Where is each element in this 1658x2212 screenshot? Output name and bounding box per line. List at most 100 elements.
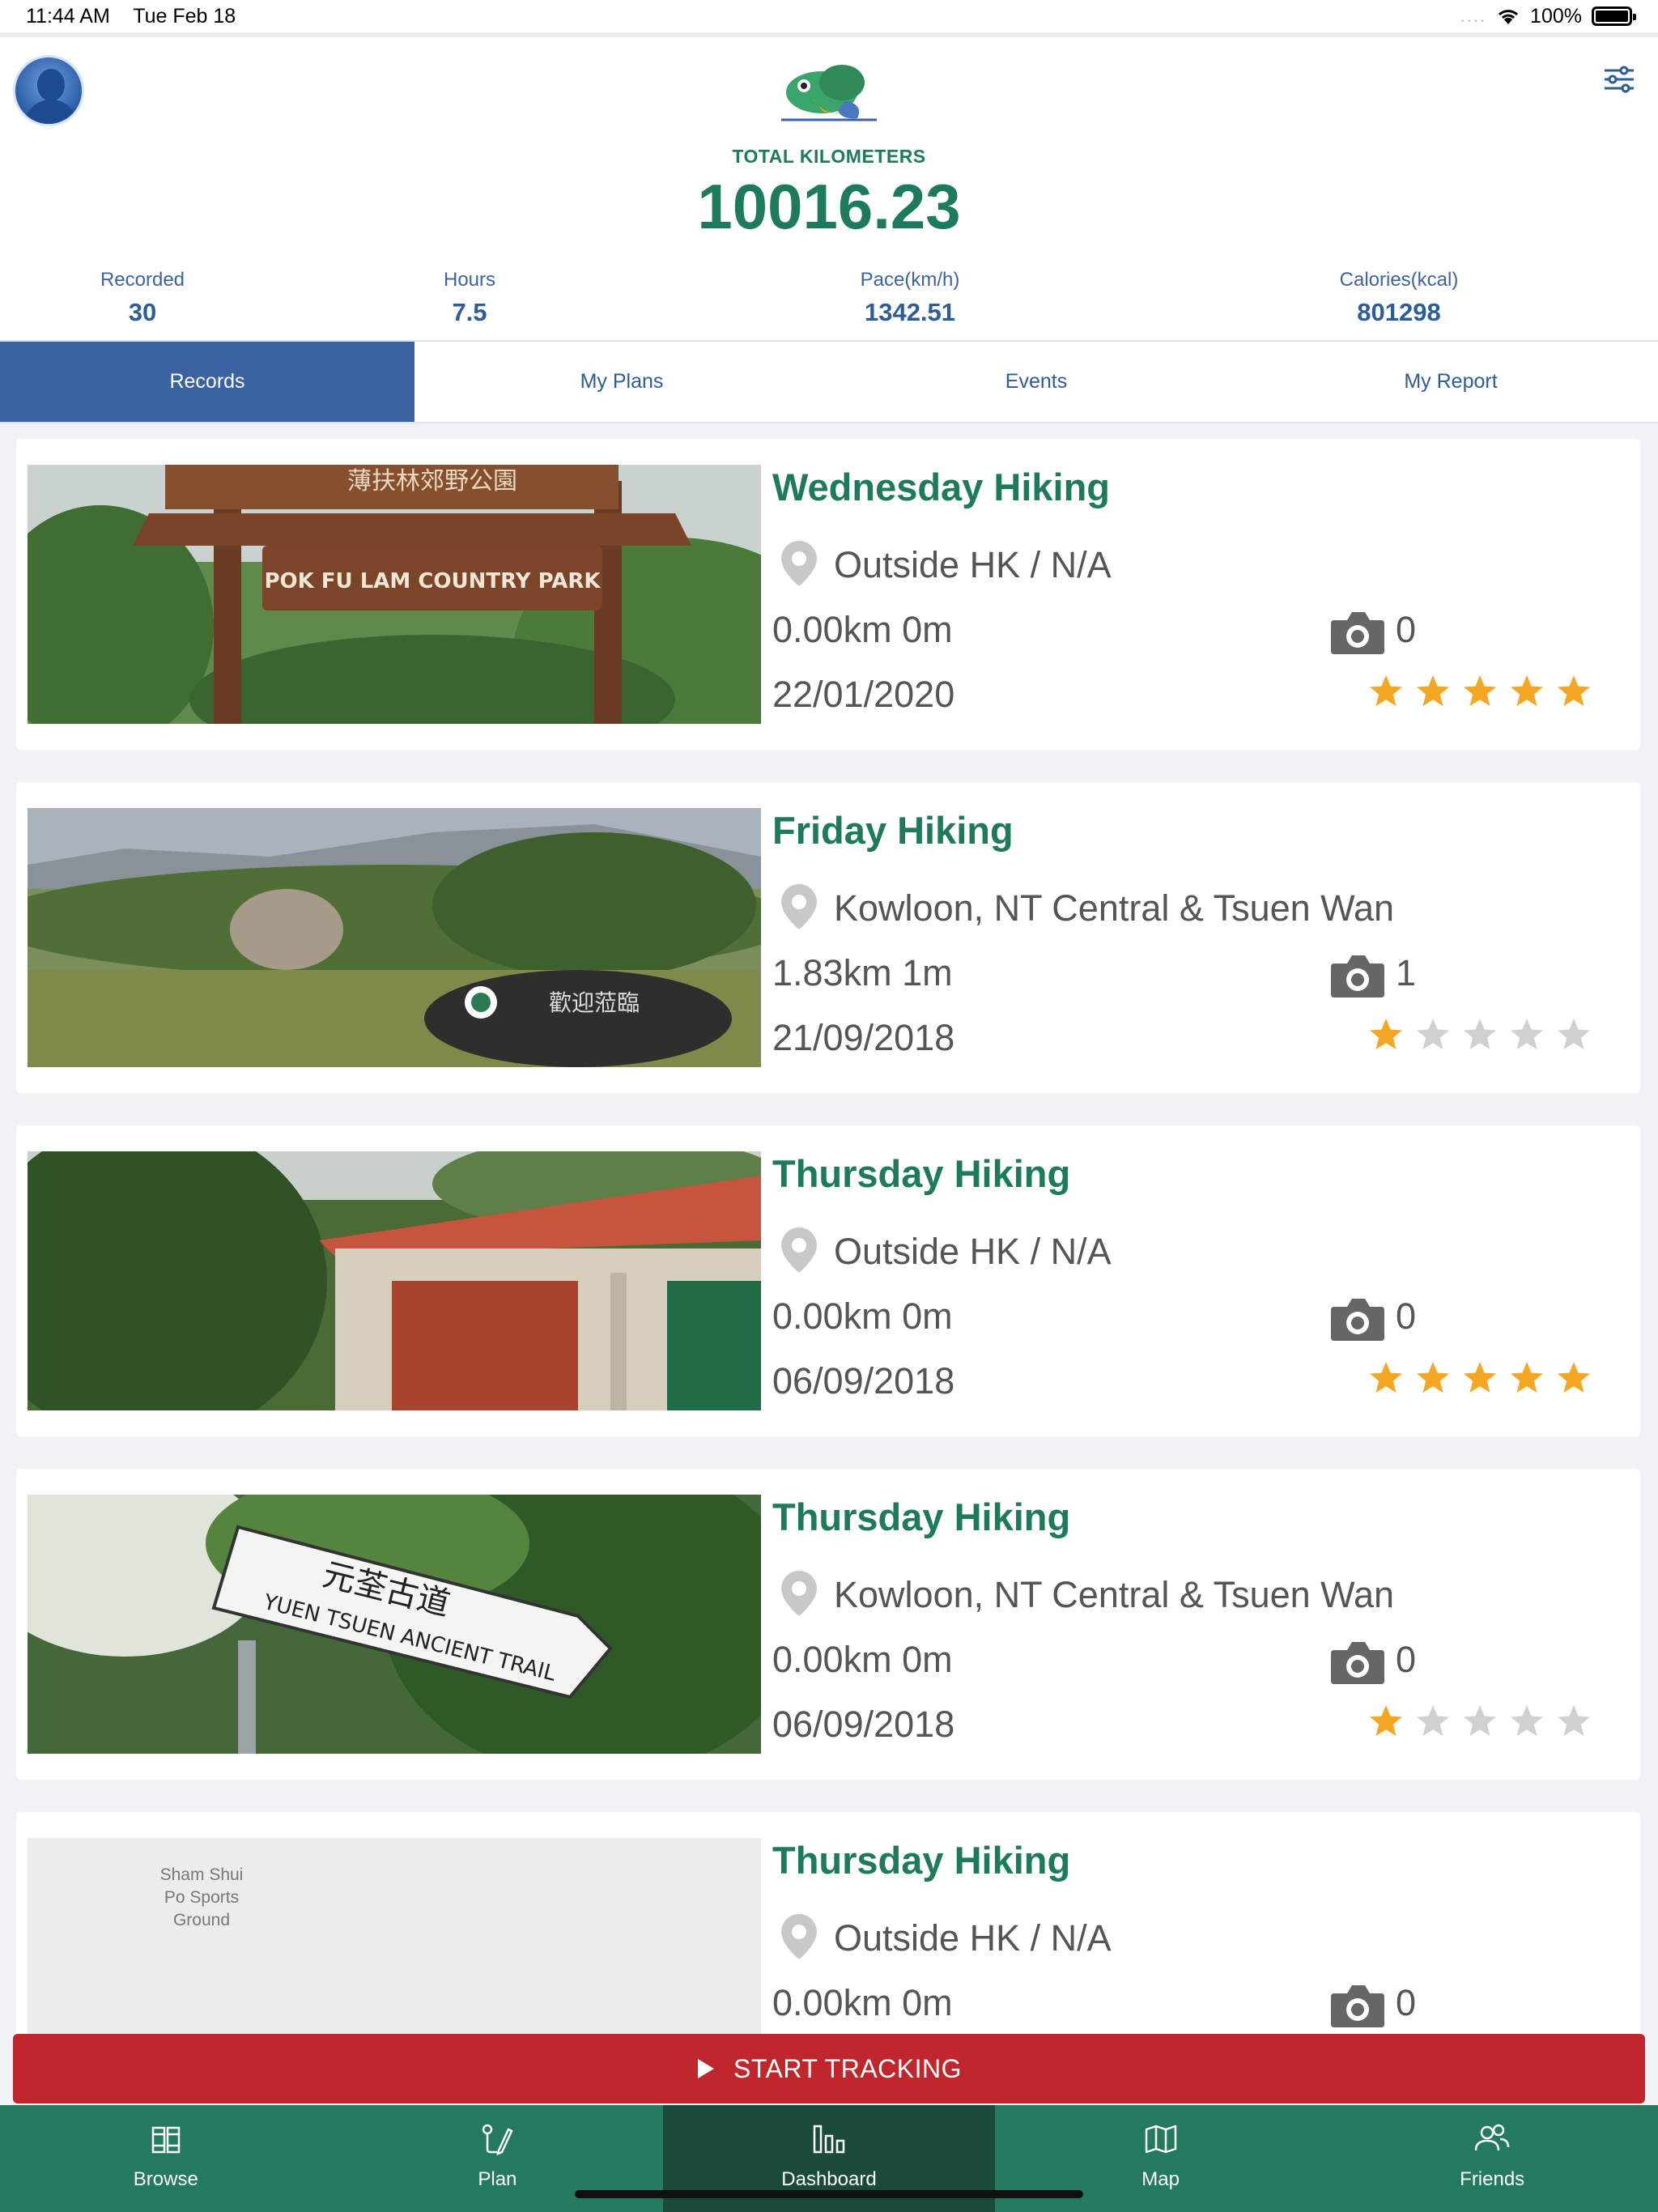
- nav-label: Map: [1141, 2168, 1180, 2190]
- record-distance: 0.00km 0m: [772, 609, 953, 650]
- wifi-icon: [1499, 10, 1519, 24]
- camera-icon: [1331, 955, 1384, 998]
- star-empty-icon: [1417, 1705, 1449, 1736]
- record-location: Outside HK / N/A: [834, 1917, 1112, 1959]
- record-card[interactable]: 元荃古道 YUEN TSUEN ANCIENT TRAIL Thursday H…: [16, 1469, 1640, 1780]
- nav-label: Browse: [133, 2168, 198, 2190]
- record-card[interactable]: Thursday Hiking Outside HK / N/A 0.00km …: [16, 1125, 1640, 1436]
- location-pin-icon: [781, 1571, 817, 1616]
- record-photo-count: 0: [1396, 1639, 1417, 1680]
- star-empty-icon: [1417, 1019, 1449, 1049]
- play-icon: [697, 2059, 714, 2078]
- stat-hours: Hours 7.5: [348, 269, 591, 327]
- pen-route-icon: [483, 2124, 514, 2156]
- record-distance: 0.00km 0m: [772, 1982, 953, 2023]
- star-empty-icon: [1511, 1019, 1543, 1049]
- rating-stars: [1368, 674, 1592, 709]
- record-photo-count: 0: [1396, 1982, 1417, 2023]
- record-location: Kowloon, NT Central & Tsuen Wan: [834, 1574, 1395, 1615]
- stat-label: Hours: [443, 269, 496, 291]
- nav-label: Plan: [478, 2168, 517, 2190]
- tab-my-report[interactable]: My Report: [1244, 342, 1658, 422]
- star-filled-icon: [1464, 1362, 1496, 1393]
- star-filled-icon: [1464, 675, 1496, 706]
- star-filled-icon: [1417, 1362, 1449, 1393]
- record-card[interactable]: Sham Shui Po Sports Ground Thursday Hiki…: [16, 1812, 1640, 2097]
- record-location: Outside HK / N/A: [834, 544, 1112, 585]
- record-distance: 0.00km 0m: [772, 1295, 953, 1337]
- book-icon: [151, 2126, 181, 2154]
- star-filled-icon: [1558, 675, 1590, 706]
- stat-label: Recorded: [100, 269, 185, 291]
- start-tracking-button[interactable]: START TRACKING: [13, 2034, 1645, 2104]
- rating-stars: [1368, 1704, 1592, 1739]
- stat-label: Calories(kcal): [1339, 269, 1459, 291]
- tab-bar: Records My Plans Events My Report: [0, 340, 1658, 423]
- record-date: 22/01/2020: [772, 674, 955, 715]
- location-pin-icon: [781, 541, 817, 586]
- battery-percent: 100%: [1530, 4, 1582, 28]
- stat-value: 7.5: [452, 298, 487, 326]
- stat-calories: Calories(kcal) 801298: [1278, 269, 1520, 327]
- star-empty-icon: [1558, 1705, 1590, 1736]
- nav-browse[interactable]: Browse: [0, 2105, 332, 2212]
- dashboard-header: TOTAL KILOMETERS 10016.23 Recorded 30 Ho…: [0, 32, 1658, 340]
- star-filled-icon: [1370, 1362, 1402, 1393]
- record-title: Friday Hiking: [772, 809, 1014, 852]
- map-icon: [1145, 2125, 1176, 2154]
- sign-text-cn: 歡迎蒞臨: [549, 989, 640, 1016]
- rating-stars: [1368, 1017, 1592, 1053]
- record-location: Kowloon, NT Central & Tsuen Wan: [834, 887, 1395, 929]
- star-empty-icon: [1511, 1705, 1543, 1736]
- star-filled-icon: [1370, 1019, 1402, 1049]
- stat-value: 801298: [1357, 298, 1441, 326]
- tab-records[interactable]: Records: [0, 342, 414, 422]
- app-logo: [781, 65, 877, 121]
- camera-icon: [1331, 612, 1384, 654]
- settings-sliders-icon[interactable]: [1603, 63, 1635, 96]
- tab-events[interactable]: Events: [829, 342, 1244, 422]
- sign-text-cn: 薄扶林郊野公園: [347, 467, 517, 496]
- camera-icon: [1331, 1985, 1384, 2027]
- star-empty-icon: [1558, 1019, 1590, 1049]
- sign-text: POK FU LAM COUNTRY PARK: [264, 569, 601, 593]
- star-filled-icon: [1511, 1362, 1543, 1393]
- nav-label: Friends: [1460, 2168, 1525, 2190]
- nav-friends[interactable]: Friends: [1326, 2105, 1658, 2212]
- battery-icon: [1592, 6, 1636, 26]
- record-title: Thursday Hiking: [772, 1152, 1071, 1195]
- record-photo-count: 0: [1396, 1295, 1417, 1337]
- record-photo-count: 1: [1396, 952, 1417, 993]
- status-bar: 11:44 AM Tue Feb 18 .... 100%: [0, 0, 1658, 32]
- home-indicator: [575, 2190, 1083, 2198]
- stat-value: 30: [128, 298, 157, 326]
- friends-icon: [1474, 2124, 1510, 2151]
- record-date: 06/09/2018: [772, 1360, 955, 1402]
- record-title: Thursday Hiking: [772, 1839, 1071, 1882]
- record-card[interactable]: 歡迎蒞臨 Friday Hiking Kowloon, NT Central &…: [16, 782, 1640, 1093]
- stat-label: Pace(km/h): [860, 269, 960, 291]
- stat-value: 1342.51: [864, 298, 956, 326]
- start-tracking-label: START TRACKING: [733, 2053, 962, 2083]
- record-title: Wednesday Hiking: [772, 466, 1111, 508]
- total-km-label: TOTAL KILOMETERS: [732, 146, 926, 167]
- signal-icon: ....: [1460, 6, 1487, 26]
- map-place-label: Sham Shui Po Sports Ground: [159, 1865, 244, 1929]
- tab-my-plans[interactable]: My Plans: [414, 342, 829, 422]
- stat-recorded: Recorded 30: [21, 269, 264, 327]
- camera-icon: [1331, 1299, 1384, 1341]
- bar-chart-icon: [813, 2125, 845, 2154]
- record-distance: 0.00km 0m: [772, 1639, 953, 1680]
- rating-stars: [1368, 1360, 1592, 1396]
- location-pin-icon: [781, 1227, 817, 1273]
- record-date: 06/09/2018: [772, 1704, 955, 1745]
- location-pin-icon: [781, 884, 817, 929]
- record-card[interactable]: 薄扶林郊野公園 POK FU LAM COUNTRY PARK Wednesda…: [16, 439, 1640, 750]
- star-empty-icon: [1464, 1019, 1496, 1049]
- record-photo: 薄扶林郊野公園 POK FU LAM COUNTRY PARK: [28, 465, 761, 724]
- stat-pace: Pace(km/h) 1342.51: [789, 269, 1031, 327]
- status-date: Tue Feb 18: [133, 4, 236, 28]
- nav-label: Dashboard: [781, 2168, 877, 2190]
- avatar[interactable]: [13, 55, 84, 126]
- status-time: 11:44 AM: [26, 4, 110, 28]
